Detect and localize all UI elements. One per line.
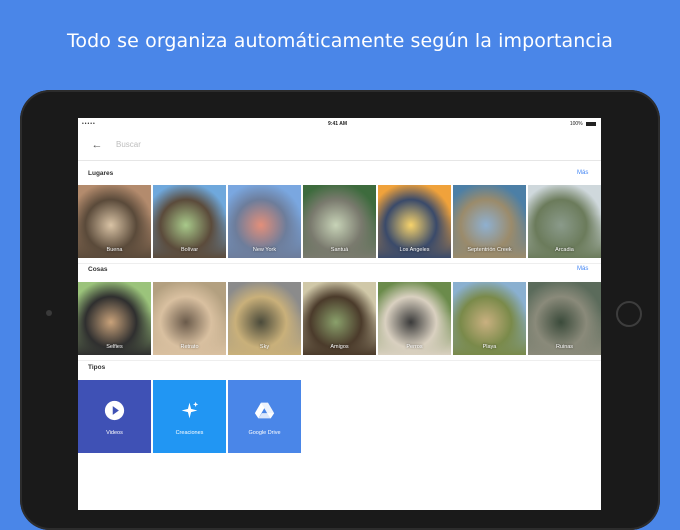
tile-label: Arcadia [555,247,574,253]
type-tile-google-drive[interactable]: Google Drive [228,380,301,453]
places-tile[interactable]: Arcadia [528,185,601,258]
battery-icon [586,121,596,126]
tile-label: Retrato [180,344,199,350]
battery-percent: 100% [569,121,583,127]
search-input[interactable]: Buscar [116,138,416,152]
tile-label: New York [252,247,277,253]
tile-label: Bolívar [180,247,199,253]
camera-dot [46,310,52,316]
places-more-link[interactable]: Más [577,170,588,176]
search-bar: ← Buscar [78,130,601,161]
things-tile[interactable]: Playa [453,282,526,355]
places-tile[interactable]: Los Angeles [378,185,451,258]
type-tile-creaciones[interactable]: Creaciones [153,380,226,453]
sparkle-icon [179,400,200,421]
places-row: Buena Bolívar New York Santuá Los Angeles Sep… [78,185,601,258]
places-tile[interactable]: New York [228,185,301,258]
tile-label: Buena [106,247,123,253]
signal-indicator: ••••• [82,121,96,127]
types-row: Videos Creaciones Google Drive [78,380,601,453]
things-more-link[interactable]: Más [577,266,588,272]
tile-label: Santuá [330,247,349,253]
places-tile[interactable]: Septentrión Creek [453,185,526,258]
things-tile[interactable]: Amigos [303,282,376,355]
divider [78,263,601,264]
tile-label: Selfies [106,344,123,350]
things-tile[interactable]: Retrato [153,282,226,355]
google-drive-icon [254,400,275,421]
things-tile[interactable]: Selfies [78,282,151,355]
type-label: Creaciones [175,430,204,436]
section-title-places: Lugares [88,170,114,177]
play-circle-icon [104,400,125,421]
tile-label: Septentrión Creek [467,247,512,253]
tile-label: Ruinas [555,344,574,350]
type-label: Videos [106,430,123,436]
things-tile[interactable]: Perros [378,282,451,355]
things-tile[interactable]: Ruinas [528,282,601,355]
status-bar: ••••• 9:41 AM 100% [78,118,601,130]
headline: Todo se organiza automáticamente según l… [66,30,614,52]
tile-label: Playa [482,344,497,350]
battery-indicator: 100% [570,121,596,127]
tile-label: Amigos [330,344,349,350]
back-arrow-icon[interactable]: ← [90,138,104,152]
type-tile-videos[interactable]: Videos [78,380,151,453]
places-tile[interactable]: Buena [78,185,151,258]
tile-label: Sky [259,344,270,350]
things-tile[interactable]: Sky [228,282,301,355]
tile-label: Los Angeles [399,247,430,253]
places-tile[interactable]: Bolívar [153,185,226,258]
type-label: Google Drive [248,430,281,436]
things-row: Selfies Retrato Sky Amigos Perros Playa Ruinas [78,282,601,355]
divider [78,360,601,361]
app-screen: ••••• 9:41 AM 100% ← Buscar Lugares Más … [78,118,601,510]
tile-label: Perros [406,344,423,350]
section-title-types: Tipos [88,364,106,371]
places-tile[interactable]: Santuá [303,185,376,258]
section-title-things: Cosas [88,266,108,273]
status-time: 9:41 AM [328,121,347,127]
home-button[interactable] [616,301,642,327]
